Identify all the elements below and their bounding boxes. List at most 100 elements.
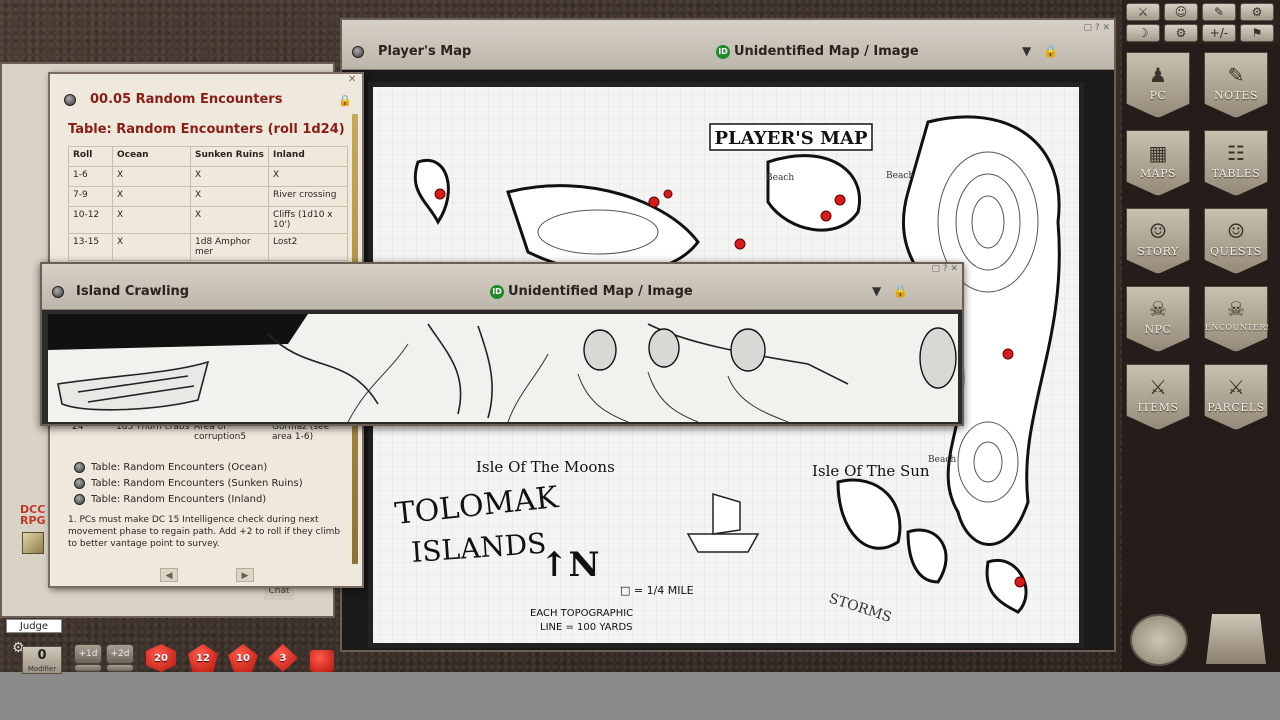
contour-label-2: LINE = 100 YARDS: [540, 622, 633, 633]
table-row: 13-15 X 1d8 Amphor mer Lost2: [68, 233, 348, 261]
close-icon[interactable]: ✕: [348, 74, 360, 86]
window-menu-icon[interactable]: [64, 93, 76, 106]
id-status: ID Unidentified Map / Image: [716, 44, 919, 59]
encounter-table: Roll Ocean Sunken Ruins Inland 1-6 X X X…: [68, 146, 348, 261]
table-header: Roll Ocean Sunken Ruins Inland: [68, 146, 348, 167]
window-menu-icon[interactable]: [52, 286, 64, 298]
extra-modifier-button[interactable]: [74, 664, 102, 672]
cell: 10-12: [68, 206, 113, 234]
isle-sun-label: Isle Of The Sun: [812, 462, 930, 480]
combat-tracker-icon[interactable]: ⚔: [1126, 3, 1160, 21]
contour-label-1: EACH TOPOGRAPHIC: [530, 608, 633, 619]
cell: X: [112, 233, 191, 261]
next-page-button[interactable]: ▶: [236, 568, 254, 582]
cell: X: [190, 166, 269, 187]
masks-icon: ☺: [1149, 219, 1167, 243]
chat-tab[interactable]: Chat: [264, 586, 294, 600]
sword-icon: ⚔: [1227, 375, 1245, 399]
window-controls[interactable]: ▢ ? ✕: [1083, 23, 1110, 33]
cell: 1d8 Amphor mer: [190, 233, 269, 261]
table-title: Table: Random Encounters (roll 1d24): [68, 122, 345, 137]
lock-icon[interactable]: 🔒: [1043, 44, 1058, 58]
top-toolbar: ⚔ ☺ ✎ ⚙ ☽ ⚙ +/- ⚑: [1122, 0, 1280, 44]
cell: X: [112, 166, 191, 187]
beach-label: Beach: [886, 171, 914, 181]
desktop-bar: [0, 672, 1280, 720]
extra-modifier-button[interactable]: [106, 664, 134, 672]
share-icon[interactable]: ▼: [1022, 44, 1031, 58]
lighting-icon[interactable]: ☽: [1126, 24, 1160, 42]
party-sheet-icon[interactable]: ☺: [1164, 3, 1198, 21]
table-row: 10-12 X X Cliffs (1d10 x 10'): [68, 206, 348, 234]
skull-icon: ☠: [1149, 297, 1167, 321]
col-ruins: Sunken Ruins: [190, 146, 269, 167]
effects-icon[interactable]: ⚑: [1240, 24, 1274, 42]
id-label: Unidentified Map / Image: [508, 284, 693, 299]
window-header[interactable]: Player's Map ID Unidentified Map / Image …: [342, 20, 1114, 70]
dcc-logo: DCC RPG: [20, 503, 46, 527]
link-label: Table: Random Encounters (Sunken Ruins): [91, 478, 303, 489]
dice-tower-button[interactable]: [1130, 614, 1188, 666]
settings-icon[interactable]: ⚙: [1164, 24, 1198, 42]
table-row: 7-9 X X River crossing: [68, 186, 348, 207]
plus-2d-button[interactable]: +2d: [106, 644, 134, 664]
d12-die-icon[interactable]: 12: [188, 644, 218, 672]
d6-die-icon[interactable]: [310, 650, 334, 672]
island-crawling-window[interactable]: Island Crawling ID Unidentified Map / Ima…: [40, 262, 964, 426]
window-controls[interactable]: ▢ ? ✕: [931, 264, 958, 274]
cell: Cliffs (1d10 x 10'): [268, 206, 348, 234]
id-label: Unidentified Map / Image: [734, 44, 919, 59]
sidebar-item-label: ENCOUNTERS: [1205, 323, 1272, 332]
share-icon[interactable]: ▼: [872, 284, 881, 298]
link-icon: [74, 477, 85, 489]
d8-die-icon[interactable]: 3: [268, 644, 298, 672]
illustration-image[interactable]: [48, 314, 958, 422]
window-title: Island Crawling: [76, 284, 190, 299]
id-status: ID Unidentified Map / Image: [490, 284, 693, 299]
lock-icon[interactable]: 🔒: [338, 94, 352, 107]
modifier-box[interactable]: 0 Modifier: [22, 646, 62, 674]
options-icon[interactable]: ⚙: [1240, 3, 1274, 21]
sidebar-item-label: PC: [1149, 89, 1167, 102]
table-link[interactable]: Table: Random Encounters (Ocean): [74, 460, 303, 476]
cube-icon[interactable]: [22, 532, 44, 554]
skull-icon: ☠: [1227, 297, 1245, 321]
map-icon: ▦: [1148, 141, 1168, 165]
d10-die-icon[interactable]: 10: [228, 644, 258, 672]
col-roll: Roll: [68, 146, 113, 167]
window-menu-icon[interactable]: [352, 46, 364, 58]
table-links: Table: Random Encounters (Ocean) Table: …: [74, 460, 303, 508]
modifier-label: Modifier: [27, 665, 57, 673]
link-label: Table: Random Encounters (Inland): [91, 494, 267, 505]
window-tools: ▼ 🔒: [872, 284, 908, 298]
prev-page-button[interactable]: ◀: [160, 568, 178, 582]
helmet-icon: ♟: [1149, 63, 1167, 87]
window-header[interactable]: Island Crawling ID Unidentified Map / Ima…: [42, 264, 962, 310]
lock-icon[interactable]: 🔒: [893, 284, 908, 298]
window-title: 00.05 Random Encounters: [64, 92, 282, 107]
identity-label[interactable]: Judge: [6, 619, 62, 633]
sidebar-item-label: TABLES: [1211, 167, 1261, 180]
cell: X: [268, 166, 348, 187]
footnote: 1. PCs must make DC 15 Intelligence chec…: [68, 515, 341, 549]
sidebar-item-label: ITEMS: [1137, 401, 1179, 414]
scale-label: □ = 1/4 MILE: [620, 584, 694, 597]
compass-rose: ↑N: [540, 545, 600, 585]
table-link[interactable]: Table: Random Encounters (Inland): [74, 492, 303, 508]
beach-label: Beach: [928, 455, 956, 465]
sidebar-item-label: STORY: [1137, 245, 1179, 258]
modifiers-button[interactable]: +/-: [1202, 24, 1236, 42]
id-badge-icon: ID: [716, 45, 730, 59]
plus-1d-button[interactable]: +1d: [74, 644, 102, 664]
d20-die-icon[interactable]: 20: [146, 644, 176, 672]
modifier-value: 0: [37, 648, 47, 663]
cell: 13-15: [68, 233, 113, 261]
col-inland: Inland: [268, 146, 348, 167]
token-bag-button[interactable]: [1206, 614, 1266, 664]
sidebar-item-label: QUESTS: [1210, 245, 1262, 258]
table-icon: ☷: [1227, 141, 1245, 165]
sidebar-item-label: MAPS: [1139, 167, 1177, 180]
library-icon[interactable]: ✎: [1202, 3, 1236, 21]
table-link[interactable]: Table: Random Encounters (Sunken Ruins): [74, 476, 303, 492]
link-icon: [74, 461, 85, 473]
